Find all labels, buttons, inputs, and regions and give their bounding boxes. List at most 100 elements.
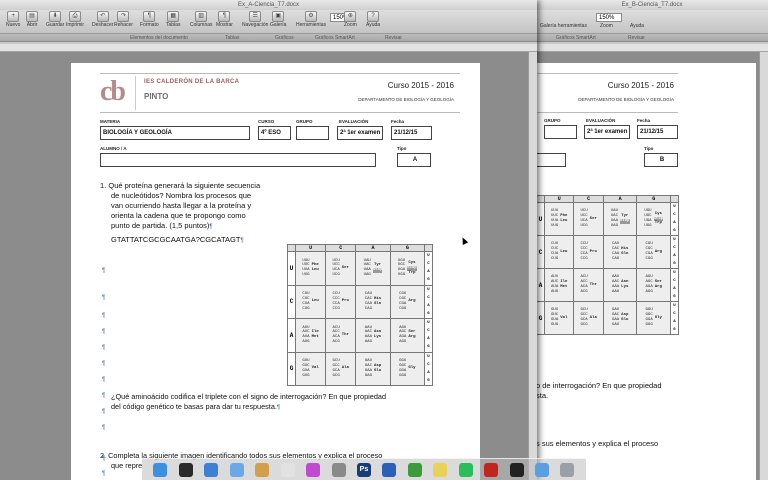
dock-app-ps[interactable]: Ps [356,462,371,477]
tool-imprimir-button[interactable]: ⎙ Imprimir [66,11,84,28]
materia-field[interactable]: BIOLOGÍA Y GEOLOGÍA [100,126,250,140]
amino-acid: Gly [408,366,416,371]
ribbon-tab-smartart[interactable]: Gráficos SmartArt [315,35,355,41]
codon-list: AGU AGC AGA AGG [399,326,406,345]
curso-field[interactable]: 4º ESO [258,126,291,140]
codon-cell: GGU GGC GGA GGG Gly [636,301,671,335]
tool-ayuda-button[interactable]: ? Ayuda [366,11,380,28]
amino-acid-list: Gly [408,366,415,371]
amino-acid-list: Val [560,316,567,321]
ribbon-tab-elementos[interactable]: Elementos del documento [130,35,188,41]
tool-navegacion-button[interactable]: ☰ Navegación [242,11,268,28]
tool-zoom-button[interactable]: ⊕ Zoom [344,11,357,28]
ribbon-tab-revisar[interactable]: Revisar [385,35,402,41]
codon-cell: AUU AUC AUA AUG Ile Met [543,268,575,302]
tool-guardar-button[interactable]: ⬇ Guardar [46,11,64,28]
codon-cell: CGU CGC CGA CGG Arg [636,235,671,269]
codon-cell: CGU CGC CGA CGG Arg [389,284,426,319]
codon-cell: ACU ACC ACA ACG Thr [573,268,604,302]
dock-app-safari[interactable] [204,462,219,477]
dock-app-papelera[interactable] [560,462,575,477]
dock-app-hoja[interactable] [407,462,422,477]
codon: GGA [399,368,407,373]
front-page: cb IES CALDERÓN DE LA BARCA PINTO Curso … [71,63,480,480]
amino-acid: Pro [589,249,597,254]
third-base-letter: G [673,262,676,266]
codon-cell: GCU GCC GCA GCG Ala [325,351,357,386]
back-tool-galeria[interactable]: Galería herramientas [540,23,587,29]
amino-acid: Cys [654,211,662,216]
back-tool-ayuda[interactable]: Ayuda [630,23,644,29]
back-document-window[interactable]: Ex_B-Ciencia_T7.docx 150% Galería herram… [536,0,768,480]
question-1[interactable]: 1. Qué proteína generará la siguiente se… [100,181,285,246]
tool-galeria-button[interactable]: ▣ Galería [270,11,286,28]
dock-app-spotify[interactable] [458,462,473,477]
third-base: UCAG [424,251,433,286]
codon-cell: UUU UUC UUA UUG Phe Leu [543,202,575,236]
amino-acid-list: Pro [342,299,349,304]
tool-icon: + [7,11,20,22]
back-grupo-field[interactable] [544,125,577,139]
fecha-label: Fecha [391,119,405,124]
back-ribbon-tab-revisar[interactable]: Revisar [628,35,645,41]
back-tool-zoom[interactable]: Zoom [600,23,613,29]
codon-cell: AAU AAC AAA AAG Asn Lys [602,268,638,302]
back-zoom-field[interactable]: 150% [596,13,622,22]
tool-formato-button[interactable]: ¶ Formato [140,11,159,28]
front-ribbon: Elementos del documento Tablas Gráficos … [0,34,537,42]
dock-app-fotos[interactable] [255,462,270,477]
amino-acid: Leu [311,268,319,273]
dock-app-itunes[interactable] [306,462,321,477]
codon-list: UCU UCC UCA UCG [580,209,587,228]
tool-columnas-button[interactable]: ▥ Columnas [190,11,213,28]
back-scrollbar[interactable] [759,52,768,480]
question-1b[interactable]: ¿Qué aminoácido codifica el triplete con… [111,392,473,413]
grupo-field[interactable] [296,126,329,140]
tool-mostrar-button[interactable]: ¶ Mostrar [216,11,233,28]
tipo-field[interactable]: A [397,153,431,167]
fecha-field[interactable]: 21/12/15 [391,126,432,140]
tool-herramientas-button[interactable]: ⚙ Herramientas [296,11,326,28]
ribbon-tab-graficos[interactable]: Gráficos [275,35,294,41]
dock-app-acrobat[interactable] [484,462,499,477]
dock-app-calendario[interactable] [280,462,295,477]
dock-app-word[interactable] [382,462,397,477]
tool-label: Deshacer [92,22,114,28]
dock-app-finder[interactable] [153,462,168,477]
third-base: UCAG [424,318,433,353]
codon-list: CUU CUC CUA CUG [551,242,558,261]
front-scrollbar[interactable] [528,52,537,480]
third-base-letter: C [427,362,430,367]
codon-list: GGU GGC GGA GGG [646,308,653,327]
tool-rehacer-button[interactable]: ↷ Rehacer [114,11,133,28]
tool-nuevo-button[interactable]: + Nuevo [6,11,20,28]
back-fecha-field[interactable]: 21/12/15 [637,125,678,139]
back-evaluacion-field[interactable]: 2ª 1er examen [584,125,630,139]
amino-acid-list: Phe Leu [312,263,319,273]
pilcrow: ¶ [102,329,106,335]
dock-app-notas[interactable] [433,462,448,477]
tool-tablas-button[interactable]: ▦ Tablas [166,11,180,28]
dock-app-mail[interactable] [229,462,244,477]
tool-deshacer-button[interactable]: ↶ Deshacer [92,11,113,28]
dock-app-carpeta[interactable] [535,462,549,477]
third-base: UCAG [424,351,433,386]
curso-label: CURSO [258,119,275,124]
question-1-line-4: orienta la cadena que te propongo como [111,211,246,220]
dock-app-dashboard[interactable] [178,462,193,477]
back-ribbon-tab-smartart[interactable]: Gráficos SmartArt [556,35,596,41]
dock-app-terminal[interactable] [509,462,524,477]
front-document-window[interactable]: Ex_A-Ciencia_T7.docx 150% + Nuevo ▤ Abrir ⬇ G… [0,0,537,480]
evaluacion-field[interactable]: 2ª 1er examen [337,126,383,140]
back-alumno-field[interactable] [536,153,566,167]
back-tipo-field[interactable]: B [644,153,678,167]
amino-acid: Arg [408,335,416,340]
dock-app-preferencias[interactable] [331,462,346,477]
alumno-field[interactable] [100,153,376,167]
third-base-letter: U [673,205,676,209]
codon: GGG [399,373,407,378]
codon: AUG [302,340,310,345]
ribbon-tab-tablas[interactable]: Tablas [225,35,239,41]
codon-list: UUU UUC UUA UUG [302,259,309,278]
tool-abrir-button[interactable]: ▤ Abrir [26,11,38,28]
